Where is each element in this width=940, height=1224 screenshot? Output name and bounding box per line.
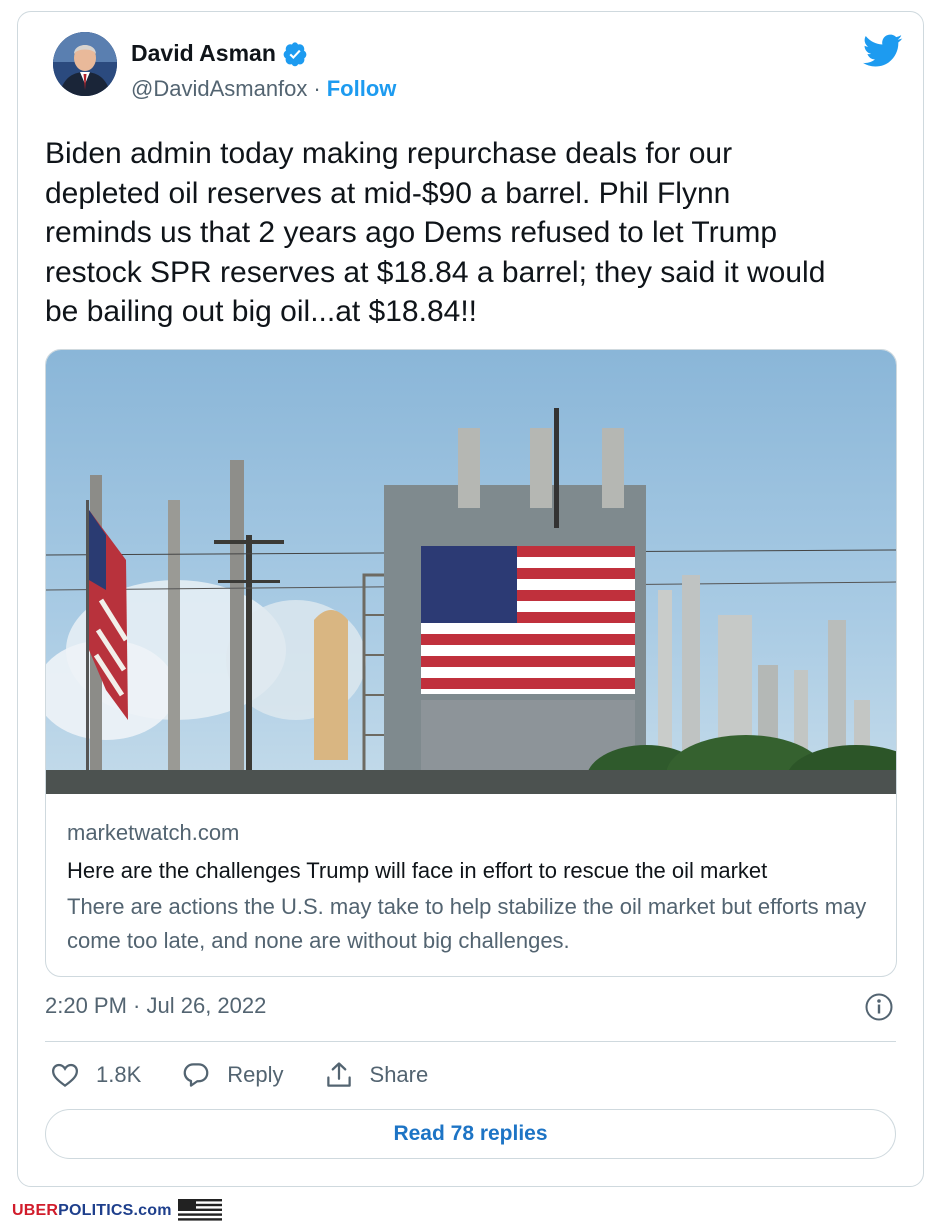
verified-badge-icon xyxy=(283,41,307,66)
author-avatar[interactable] xyxy=(53,32,117,96)
watermark-brand-part2: POLITICS.com xyxy=(58,1202,172,1219)
reply-button[interactable]: Reply xyxy=(181,1060,284,1090)
site-watermark: UBER POLITICS.com xyxy=(12,1199,222,1223)
divider xyxy=(45,1041,896,1042)
link-description: There are actions the U.S. may take to h… xyxy=(67,894,867,953)
tweet-header: David Asman @DavidAsmanfox · Follow xyxy=(53,32,903,112)
tweet-actions: 1.8K Reply Share xyxy=(50,1057,468,1093)
read-replies-button[interactable]: Read 78 replies xyxy=(45,1109,896,1159)
american-flag-icon xyxy=(177,1199,222,1223)
like-button[interactable]: 1.8K xyxy=(50,1060,141,1090)
follow-button[interactable]: Follow xyxy=(327,76,397,102)
tweet-timestamp[interactable]: 2:20 PM · Jul 26, 2022 xyxy=(45,993,266,1019)
author-handle[interactable]: @DavidAsmanfox xyxy=(131,76,307,102)
share-label: Share xyxy=(369,1062,429,1087)
share-button[interactable]: Share xyxy=(324,1060,429,1090)
author-name[interactable]: David Asman xyxy=(131,40,276,67)
reply-icon xyxy=(183,1063,209,1087)
heart-icon xyxy=(51,1063,79,1088)
share-icon xyxy=(326,1062,351,1087)
link-preview-card[interactable]: marketwatch.com Here are the challenges … xyxy=(45,349,897,977)
watermark-brand-part1: UBER xyxy=(12,1202,59,1219)
link-preview-image[interactable] xyxy=(46,350,897,794)
handle-separator: · xyxy=(313,76,321,101)
tweet-text: Biden admin today making repurchase deal… xyxy=(45,137,826,328)
reply-label: Reply xyxy=(227,1062,284,1087)
twitter-bird-icon[interactable] xyxy=(863,34,903,68)
info-icon[interactable] xyxy=(864,992,894,1022)
link-title[interactable]: Here are the challenges Trump will face … xyxy=(67,858,876,884)
link-domain: marketwatch.com xyxy=(67,820,240,845)
tweet-card: David Asman @DavidAsmanfox · Follow Bide… xyxy=(17,11,924,1187)
like-count: 1.8K xyxy=(96,1062,142,1087)
